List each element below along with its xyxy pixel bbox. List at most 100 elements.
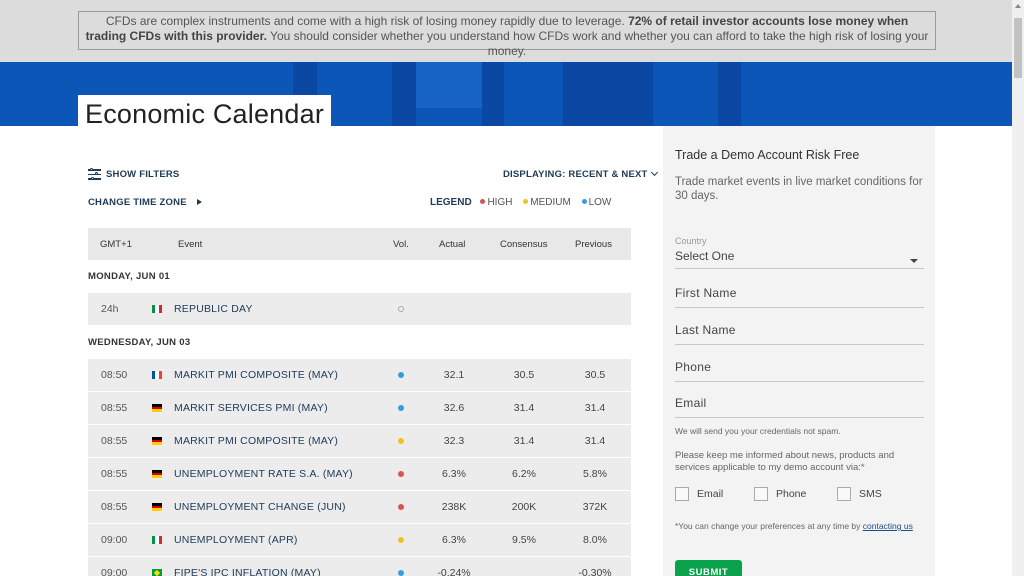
- last-name-field[interactable]: Last Name: [675, 321, 924, 345]
- table-row[interactable]: 08:55 MARKIT SERVICES PMI (MAY) 32.6 31.4 31…: [88, 392, 631, 424]
- sms-checkbox[interactable]: SMS: [837, 487, 882, 501]
- risk-warning-text-2: You should consider whether you understa…: [266, 29, 929, 58]
- scrollbar-thumb[interactable]: [1014, 18, 1022, 78]
- table-row[interactable]: 09:00 UNEMPLOYMENT (APR) 6.3% 9.5% 8.0%: [88, 524, 631, 556]
- credentials-note: We will send you your credentials not sp…: [675, 426, 841, 436]
- actual-value: -0.24%: [437, 567, 471, 576]
- high-dot-icon: [480, 199, 486, 205]
- event-name-link[interactable]: UNEMPLOYMENT (APR): [174, 534, 298, 546]
- event-time: 08:55: [101, 402, 128, 414]
- scrollbar[interactable]: [1012, 0, 1024, 576]
- france-flag-icon: [152, 371, 162, 379]
- volatility-high-icon: [398, 471, 404, 477]
- event-name-link[interactable]: FIPE'S IPC INFLATION (MAY): [174, 567, 321, 576]
- displaying-label: DISPLAYING: RECENT & NEXT: [503, 169, 648, 180]
- germany-flag-icon: [152, 437, 162, 446]
- legend-title: LEGEND: [430, 197, 472, 208]
- actual-value: 6.3%: [442, 468, 466, 480]
- country-label: Country: [675, 236, 707, 246]
- previous-value: -0.30%: [578, 567, 612, 576]
- consensus-value: 9.5%: [512, 534, 536, 546]
- table-row[interactable]: 08:55 MARKIT PMI COMPOSITE (MAY) 32.3 31.4 3…: [88, 425, 631, 457]
- checkbox-box[interactable]: [754, 487, 768, 501]
- event-name-link[interactable]: MARKIT PMI COMPOSITE (MAY): [174, 369, 338, 381]
- event-time: 08:55: [101, 501, 128, 513]
- volatility-none-icon: [398, 306, 404, 312]
- sms-checkbox-label: SMS: [859, 487, 882, 500]
- submit-button[interactable]: SUBMIT: [675, 560, 742, 576]
- actual-value: 238K: [441, 501, 467, 513]
- table-row[interactable]: 08:55 UNEMPLOYMENT CHANGE (JUN) 238K 200K 37…: [88, 491, 631, 523]
- preferences-note: *You can change your preferences at any …: [675, 520, 930, 532]
- day-header: WEDNESDAY, JUN 03: [88, 337, 191, 348]
- country-select[interactable]: Select One: [675, 249, 924, 269]
- volatility-low-icon: [398, 570, 404, 576]
- legend-item-high: HIGH: [480, 197, 512, 208]
- country-value: Select One: [675, 249, 735, 263]
- risk-warning-text: CFDs are complex instruments and come wi…: [105, 14, 629, 28]
- brazil-flag-icon: [152, 569, 162, 576]
- event-name-link[interactable]: MARKIT SERVICES PMI (MAY): [174, 402, 328, 414]
- event-time: 08:50: [101, 369, 128, 381]
- germany-flag-icon: [152, 503, 162, 512]
- legend-item-low: LOW: [581, 197, 612, 208]
- event-time: 09:00: [101, 567, 128, 576]
- volatility-high-icon: [398, 504, 404, 510]
- italy-flag-icon: [152, 536, 162, 544]
- change-time-zone-button[interactable]: CHANGE TIME ZONE: [88, 197, 202, 208]
- table-row[interactable]: 08:50 MARKIT PMI COMPOSITE (MAY) 32.1 30.5 3…: [88, 359, 631, 391]
- header-event: Event: [178, 239, 203, 250]
- previous-value: 8.0%: [583, 534, 607, 546]
- phone-checkbox[interactable]: Phone: [754, 487, 806, 501]
- legend-label: HIGH: [487, 197, 513, 208]
- table-row[interactable]: 09:00 FIPE'S IPC INFLATION (MAY) -0.24% -0.…: [88, 557, 631, 576]
- event-time: 08:55: [101, 468, 128, 480]
- event-name-link[interactable]: MARKIT PMI COMPOSITE (MAY): [174, 435, 338, 447]
- preferences-note-text: *You can change your preferences at any …: [675, 521, 863, 531]
- previous-value: 31.4: [584, 402, 606, 414]
- caret-right-icon: [196, 199, 202, 206]
- event-name-link[interactable]: UNEMPLOYMENT RATE S.A. (MAY): [174, 468, 353, 480]
- demo-form-title: Trade a Demo Account Risk Free: [675, 148, 860, 162]
- page-title: Economic Calendar: [85, 99, 325, 129]
- email-field[interactable]: Email: [675, 394, 924, 418]
- low-dot-icon: [581, 199, 587, 205]
- header-actual: Actual: [439, 239, 466, 250]
- keep-informed-text: Please keep me informed about news, prod…: [675, 450, 895, 473]
- previous-value: 5.8%: [583, 468, 607, 480]
- event-time: 24h: [101, 303, 119, 315]
- table-header: GMT+1 Event Vol. Actual Consensus Previo…: [88, 228, 631, 260]
- contacting-us-link[interactable]: contacting us: [863, 521, 913, 531]
- consensus-value: 30.5: [513, 369, 535, 381]
- table-row[interactable]: 24h REPUBLIC DAY: [88, 293, 631, 325]
- risk-warning: CFDs are complex instruments and come wi…: [78, 11, 936, 58]
- change-time-zone-label: CHANGE TIME ZONE: [88, 197, 187, 208]
- first-name-field[interactable]: First Name: [675, 284, 924, 308]
- consensus-value: 31.4: [513, 435, 535, 447]
- email-checkbox[interactable]: Email: [675, 487, 723, 501]
- filter-icon[interactable]: [88, 167, 101, 180]
- legend-label: LOW: [588, 197, 612, 208]
- actual-value: 32.1: [443, 369, 465, 381]
- show-filters-button[interactable]: SHOW FILTERS: [106, 169, 179, 180]
- table-row[interactable]: 08:55 UNEMPLOYMENT RATE S.A. (MAY) 6.3% 6.2…: [88, 458, 631, 490]
- phone-checkbox-label: Phone: [776, 487, 807, 500]
- day-header: MONDAY, JUN 01: [88, 271, 170, 282]
- page: CFDs are complex instruments and come wi…: [0, 0, 1024, 576]
- checkbox-box[interactable]: [837, 487, 851, 501]
- legend-label: MEDIUM: [530, 197, 571, 208]
- event-name-link[interactable]: UNEMPLOYMENT CHANGE (JUN): [174, 501, 346, 513]
- caret-down-icon: [910, 259, 918, 263]
- italy-flag-icon: [152, 305, 162, 313]
- header-vol: Vol.: [393, 239, 409, 250]
- germany-flag-icon: [152, 404, 162, 413]
- scroll-up-arrow-icon[interactable]: [1015, 4, 1021, 8]
- risk-warning-bar: CFDs are complex instruments and come wi…: [0, 0, 1012, 62]
- volatility-low-icon: [398, 372, 404, 378]
- displaying-dropdown[interactable]: DISPLAYING: RECENT & NEXT: [503, 168, 658, 180]
- legend-item-medium: MEDIUM: [523, 197, 571, 208]
- checkbox-box[interactable]: [675, 487, 689, 501]
- volatility-medium-icon: [398, 438, 404, 444]
- event-name-link[interactable]: REPUBLIC DAY: [174, 303, 253, 315]
- phone-field[interactable]: Phone: [675, 358, 924, 382]
